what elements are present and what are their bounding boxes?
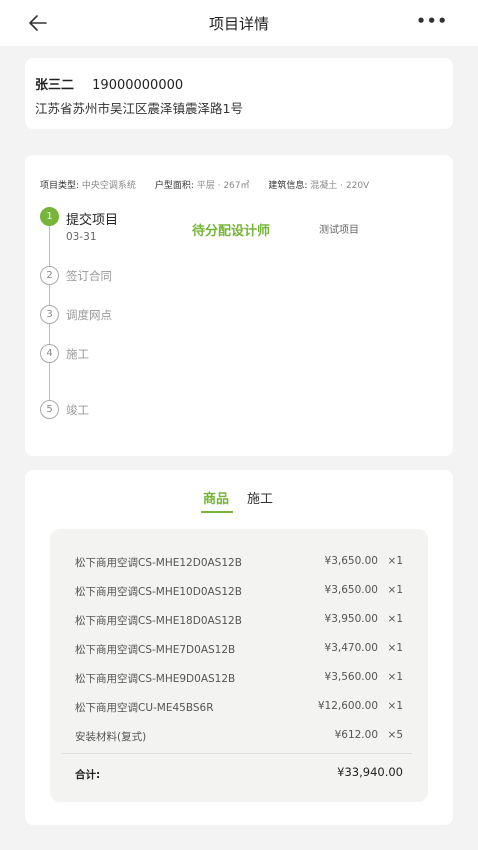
building-info: 建筑信息: 混凝土 · 220V: [268, 181, 370, 191]
step-3-number: 3: [40, 305, 59, 324]
goods-quantity: ×1: [387, 700, 403, 712]
goods-name: 松下商用空调CS-MHE7D0AS12B: [75, 644, 236, 656]
total-amount: ¥33,940.00: [337, 765, 403, 779]
goods-quantity: ×1: [387, 642, 403, 654]
goods-name: 松下商用空调CS-MHE10D0AS12B: [75, 586, 242, 598]
tab-active-indicator: [201, 511, 233, 513]
project-info-row: 项目类型: 中央空调系统 户型面积: 平层 · 267㎡ 建筑信息: 混凝土 ·…: [40, 178, 369, 191]
goods-name: 松下商用空调CU-ME45BS6R: [75, 702, 214, 714]
project-card: 项目类型: 中央空调系统 户型面积: 平层 · 267㎡ 建筑信息: 混凝土 ·…: [25, 155, 453, 456]
house-area: 户型面积: 平层 · 267㎡: [154, 181, 250, 191]
list-item: 松下商用空调CS-MHE10D0AS12B ¥3,650.00 ×1: [50, 581, 428, 601]
step-4-number: 4: [40, 344, 59, 363]
contact-card: 张三二 19000000000 江苏省苏州市吴江区震泽镇震泽路1号: [25, 58, 453, 129]
contact-address: 江苏省苏州市吴江区震泽镇震泽路1号: [35, 101, 243, 116]
goods-quantity: ×1: [387, 584, 403, 596]
step-2-label: 签订合同: [66, 269, 112, 283]
project-type: 项目类型: 中央空调系统: [40, 181, 136, 191]
step-connector: [49, 226, 50, 266]
step-1-status: 待分配设计师: [192, 224, 271, 239]
goods-card: 商品 施工 松下商用空调CS-MHE12D0AS12B ¥3,650.00 ×1…: [25, 470, 453, 825]
step-1-date: 03-31: [66, 231, 97, 243]
goods-price: ¥612.00: [334, 729, 378, 741]
tab-goods[interactable]: 商品: [203, 488, 229, 507]
step-5-number: 5: [40, 400, 59, 419]
contact-name: 张三二: [35, 78, 75, 93]
goods-price: ¥3,650.00: [324, 555, 378, 567]
list-item: 安装材料(复式) ¥612.00 ×5: [50, 726, 428, 746]
total-label: 合计:: [75, 769, 101, 781]
step-5-label: 竣工: [66, 403, 89, 417]
list-item: 松下商用空调CS-MHE18D0AS12B ¥3,950.00 ×1: [50, 610, 428, 630]
goods-quantity: ×1: [387, 613, 403, 625]
goods-price: ¥3,950.00: [324, 613, 378, 625]
goods-name: 松下商用空调CS-MHE9D0AS12B: [75, 673, 236, 685]
page-title: 项目详情: [208, 14, 269, 33]
step-connector: [49, 285, 50, 305]
list-item: 松下商用空调CS-MHE9D0AS12B ¥3,560.00 ×1: [50, 668, 428, 688]
nav-bar: 项目详情 •••: [0, 0, 478, 46]
goods-price: ¥3,650.00: [324, 584, 378, 596]
list-item: 松下商用空调CS-MHE7D0AS12B ¥3,470.00 ×1: [50, 639, 428, 659]
step-2-number: 2: [40, 266, 59, 285]
progress-steps: 1 提交项目 03-31 待分配设计师 测试项目 2 签订合同 3 调度网点 4…: [40, 207, 440, 437]
step-connector: [49, 363, 50, 400]
list-item: 松下商用空调CU-ME45BS6R ¥12,600.00 ×1: [50, 697, 428, 717]
list-item: 松下商用空调CS-MHE12D0AS12B ¥3,650.00 ×1: [50, 552, 428, 572]
total-divider: [62, 753, 412, 754]
contact-line: 张三二 19000000000: [35, 74, 183, 93]
goods-name: 松下商用空调CS-MHE12D0AS12B: [75, 557, 242, 569]
goods-name: 松下商用空调CS-MHE18D0AS12B: [75, 615, 242, 627]
step-connector: [49, 324, 50, 344]
step-3-label: 调度网点: [66, 308, 112, 322]
more-dots-icon[interactable]: •••: [416, 12, 448, 30]
goods-quantity: ×1: [387, 555, 403, 567]
goods-price: ¥12,600.00: [317, 700, 378, 712]
step-1-note: 测试项目: [319, 225, 359, 236]
step-1-label: 提交项目: [66, 213, 119, 228]
goods-quantity: ×5: [387, 729, 403, 741]
goods-list: 松下商用空调CS-MHE12D0AS12B ¥3,650.00 ×1 松下商用空…: [50, 529, 428, 802]
arrow-left-icon[interactable]: [26, 11, 50, 35]
contact-phone: 19000000000: [92, 78, 184, 93]
goods-price: ¥3,470.00: [324, 642, 378, 654]
goods-quantity: ×1: [387, 671, 403, 683]
goods-name: 安装材料(复式): [75, 731, 147, 743]
tab-construction[interactable]: 施工: [247, 488, 273, 507]
goods-price: ¥3,560.00: [324, 671, 378, 683]
step-1-number: 1: [40, 207, 59, 226]
step-4-label: 施工: [66, 347, 89, 361]
